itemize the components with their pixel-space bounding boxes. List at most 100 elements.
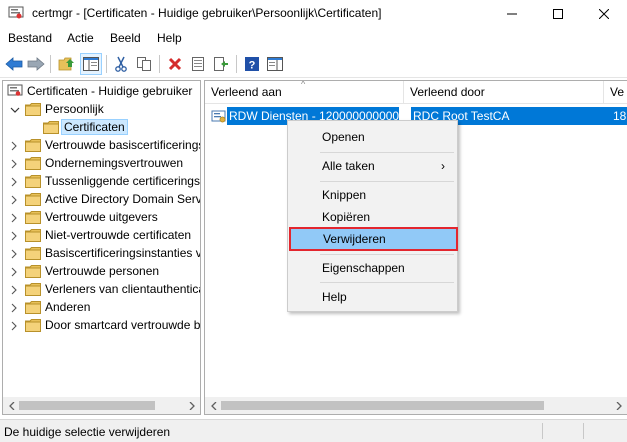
context-menu-label: Openen [322,130,365,144]
chevron-right-icon [11,267,17,277]
back-button[interactable] [3,53,25,75]
tree-label-root: Certificaten - Huidige gebruiker [27,84,193,98]
tree-item[interactable]: Anderen [3,299,200,317]
show-hide-tree-button[interactable] [80,53,102,75]
console-tree: Certificaten - Huidige gebruiker Persoon… [2,80,201,415]
column-header-verleend-aan[interactable]: Verleend aan [205,81,404,104]
folder-icon [25,265,41,278]
close-button[interactable] [581,0,627,28]
properties-button[interactable] [187,53,209,75]
delete-button[interactable] [164,53,186,75]
chevron-right-icon: › [441,159,445,173]
tree-label: Door smartcard vertrouwde b [45,318,201,332]
tree-item[interactable]: Basiscertificeringsinstanties v [3,245,201,263]
context-menu-alle-taken[interactable]: Alle taken › [290,156,455,176]
toolbar: ? [0,50,627,78]
menu-help[interactable]: Help [157,31,182,45]
action-pane-button[interactable] [264,53,286,75]
folder-icon [25,175,41,188]
copy-icon [137,57,151,71]
cut-button[interactable] [110,53,132,75]
forward-arrow-icon [27,57,45,71]
chevron-right-icon [11,321,17,331]
tree-horizontal-scrollbar[interactable] [3,397,200,414]
tree-item[interactable]: Ondernemingsvertrouwen [3,155,200,173]
menu-separator [320,181,454,182]
context-menu-label: Help [322,290,347,304]
tree-label: Basiscertificeringsinstanties v [45,246,201,260]
context-menu-help[interactable]: Help [290,287,455,307]
column-header-verleend-door[interactable]: Verleend door [404,81,604,104]
status-text: De huidige selectie verwijderen [4,425,171,439]
folder-icon [25,229,41,242]
tree-item[interactable]: Verleners van clientauthentica [3,281,201,299]
menu-beeld[interactable]: Beeld [110,31,141,45]
chevron-right-icon [11,285,17,295]
tree-label: Anderen [45,300,91,314]
console-tree-icon [83,57,99,71]
tree-label: Persoonlijk [45,102,104,116]
scroll-right-icon[interactable] [613,400,624,411]
toolbar-separator [106,55,107,73]
tree-item[interactable]: Tussenliggende certificerings [3,173,200,191]
list-header: ^ Verleend aan Verleend door Ve [205,81,627,104]
context-menu-openen[interactable]: Openen [290,127,455,147]
forward-button[interactable] [25,53,47,75]
scroll-right-icon[interactable] [186,400,197,411]
tree-label: Verleners van clientauthentica [45,282,201,296]
up-level-button[interactable] [56,53,78,75]
context-menu-eigenschappen[interactable]: Eigenschappen [290,258,455,278]
window-title: certmgr - [Certificaten - Huidige gebrui… [32,6,382,20]
close-icon [599,9,609,19]
back-arrow-icon [5,57,23,71]
menu-separator [320,254,454,255]
scrollbar-thumb[interactable] [221,401,544,410]
tree-item-certificaten[interactable]: Certificaten [3,119,200,137]
maximize-button[interactable] [535,0,581,28]
folder-icon [25,139,41,152]
context-menu-verwijderen[interactable]: Verwijderen [289,227,458,251]
context-menu-label: Alle taken [322,159,375,173]
toolbar-separator [236,55,237,73]
chevron-right-icon [11,249,17,259]
toolbar-separator [50,55,51,73]
tree-label: Vertrouwde uitgevers [45,210,158,224]
export-list-button[interactable] [210,53,232,75]
certmgr-app-icon [8,6,24,19]
menu-separator [320,152,454,153]
tree-item[interactable]: Niet-vertrouwde certificaten [3,227,200,245]
tree-item[interactable]: Door smartcard vertrouwde b [3,317,201,335]
list-horizontal-scrollbar[interactable] [205,397,627,414]
scroll-left-icon[interactable] [208,400,219,411]
tree-item[interactable]: Vertrouwde personen [3,263,200,281]
tree-item[interactable]: Vertrouwde uitgevers [3,209,200,227]
folder-icon [25,157,41,170]
context-menu-label: Knippen [322,188,367,202]
tree-label: Active Directory Domain Serv [45,192,201,206]
folder-icon [43,121,59,134]
menu-bestand[interactable]: Bestand [8,31,52,45]
tree-label: Vertrouwde personen [45,264,160,278]
help-button[interactable]: ? [241,53,263,75]
context-menu: Openen Alle taken › Knippen Kopiëren Ver… [287,120,458,312]
copy-button[interactable] [133,53,155,75]
menu-bar: Bestand Actie Beeld Help [0,28,627,48]
tree-item[interactable]: Active Directory Domain Serv [3,191,201,209]
column-header-vervaldatum[interactable]: Ve [604,81,627,104]
context-menu-label: Verwijderen [323,232,386,246]
minimize-button[interactable] [489,0,535,28]
scrollbar-thumb[interactable] [19,401,155,410]
menu-actie[interactable]: Actie [67,31,94,45]
tree-item-root[interactable]: Certificaten - Huidige gebruiker [3,83,200,101]
delete-x-icon [168,57,182,71]
status-bar: De huidige selectie verwijderen [0,419,627,442]
tree-item[interactable]: Vertrouwde basiscertificerings [3,137,200,155]
certificate-icon [211,110,226,123]
tree-item-persoonlijk[interactable]: Persoonlijk [3,101,200,119]
folder-up-icon [58,57,74,71]
help-question-icon: ? [245,57,259,72]
scroll-left-icon[interactable] [6,400,17,411]
context-menu-knippen[interactable]: Knippen [290,185,455,205]
context-menu-kopieren[interactable]: Kopiëren [290,207,455,227]
status-separator [542,423,543,439]
